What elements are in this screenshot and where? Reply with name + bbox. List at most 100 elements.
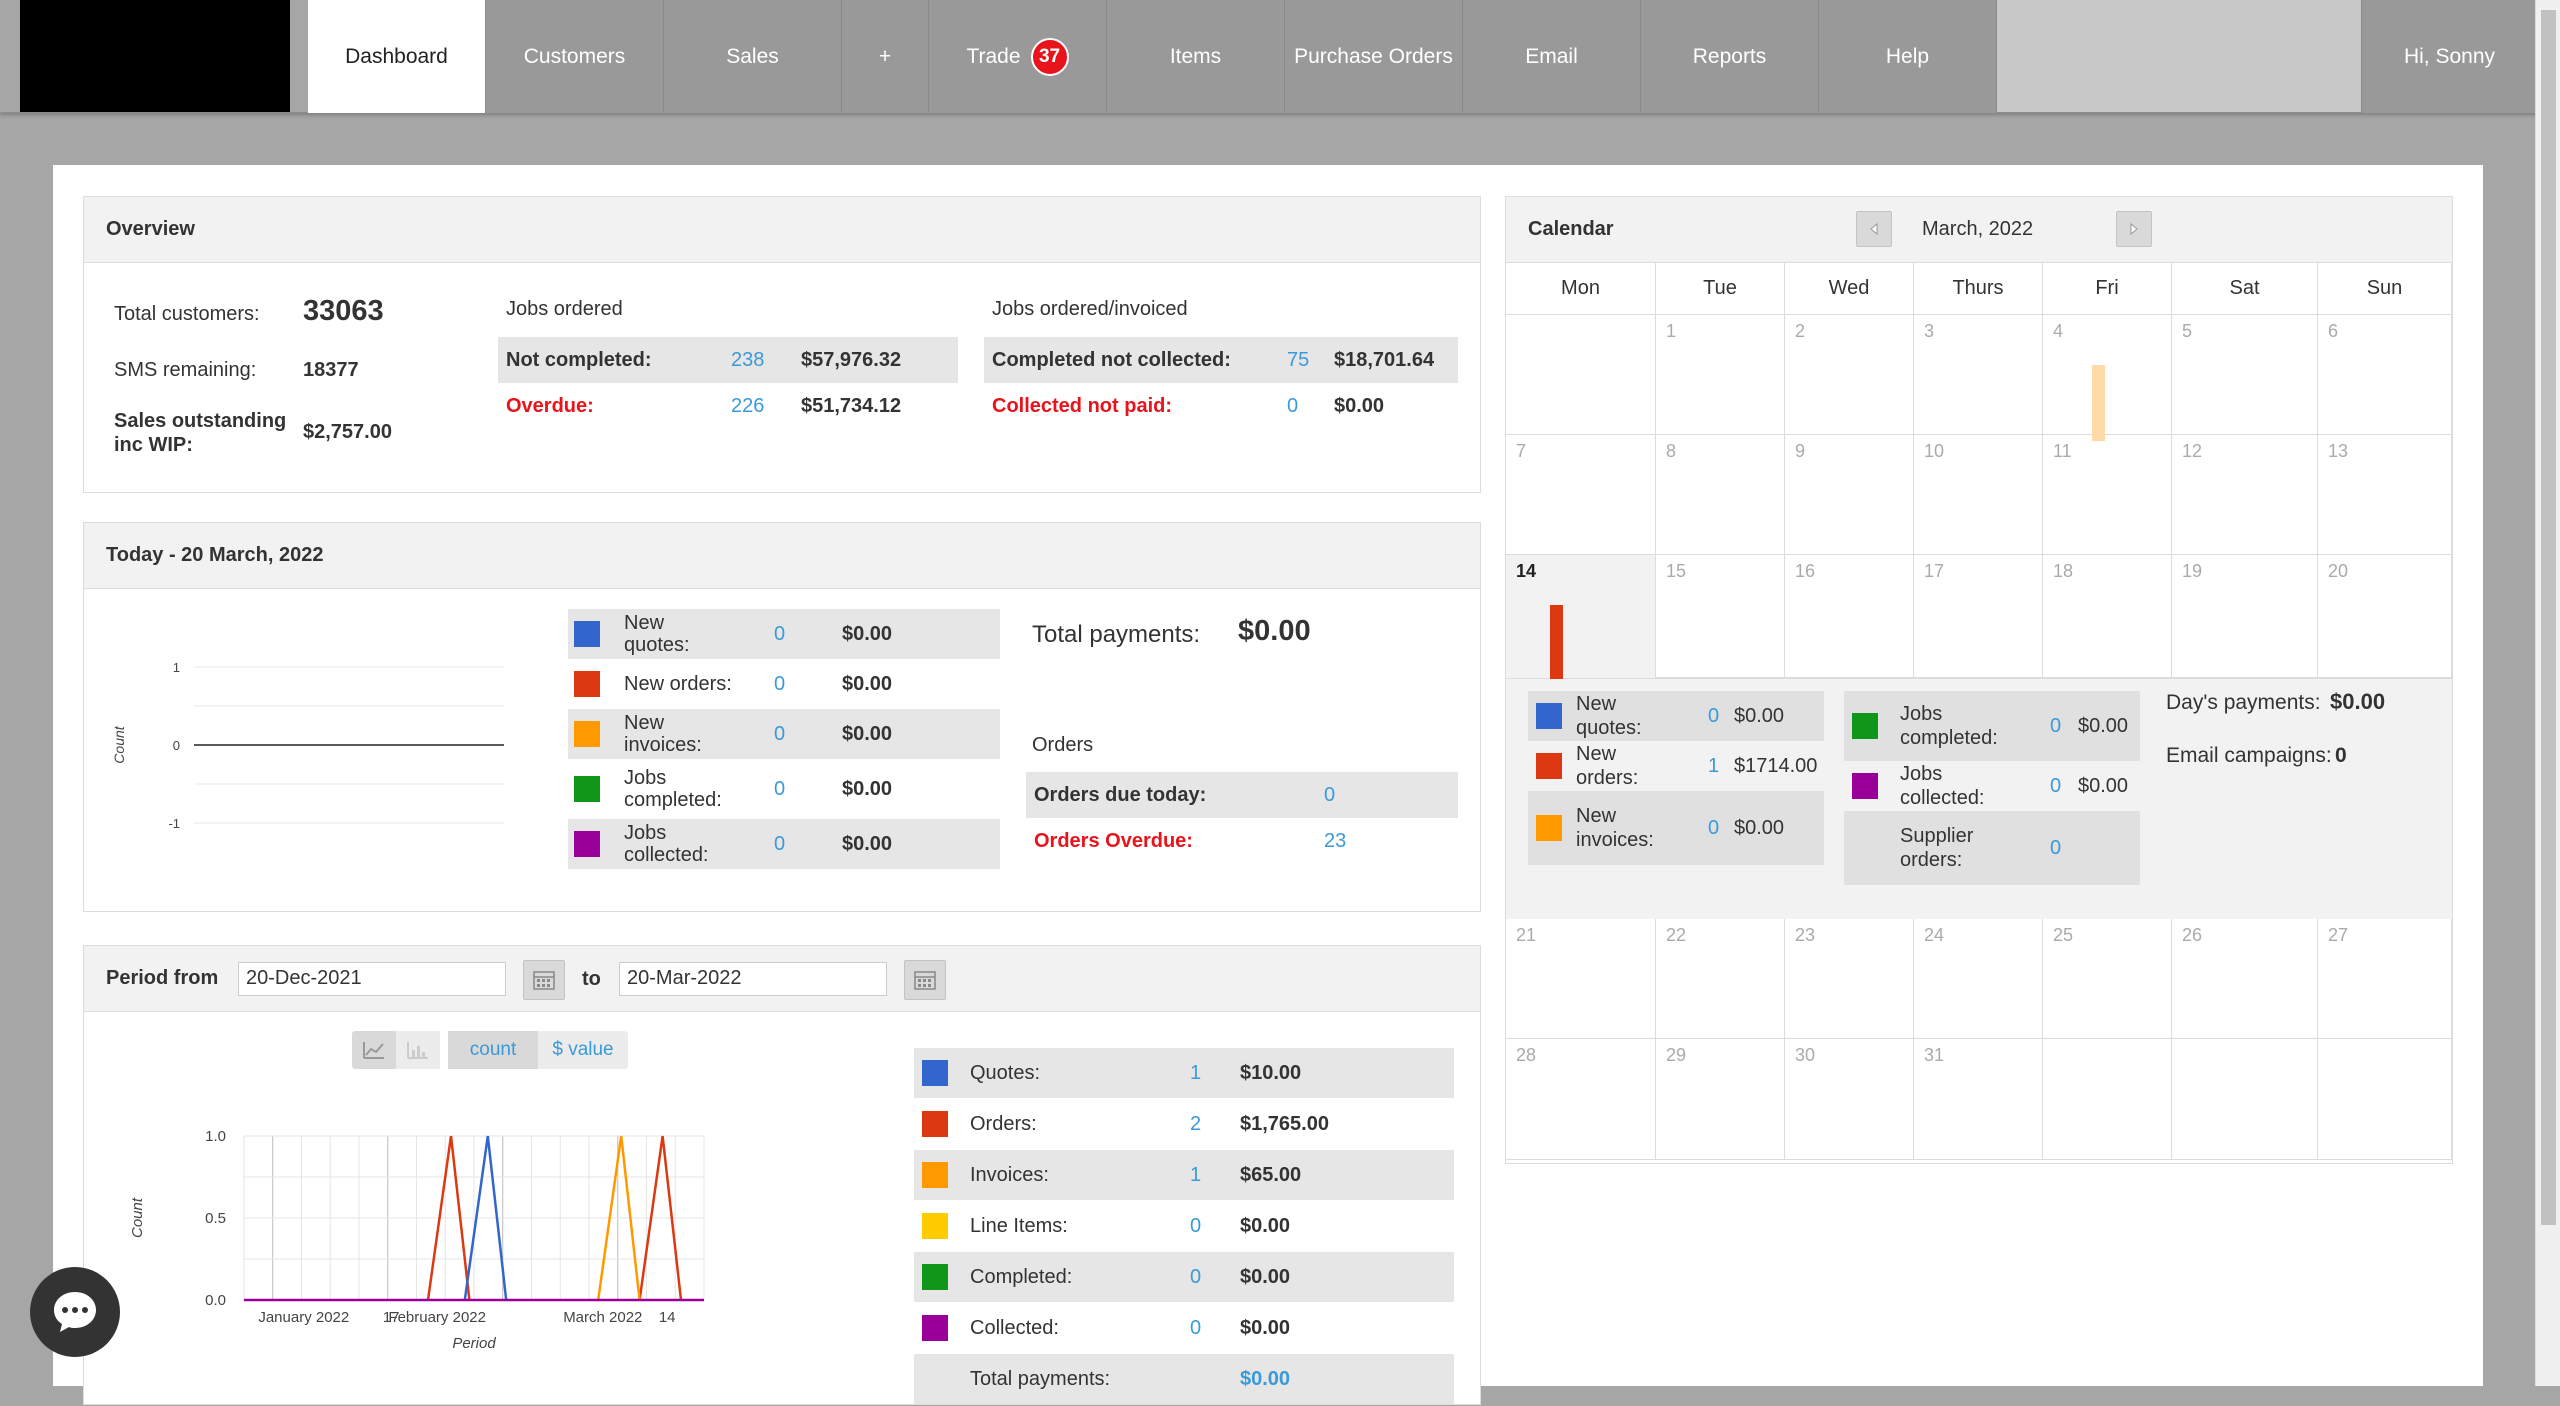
period-row-count[interactable]: 1 bbox=[1190, 1062, 1201, 1085]
nav-items[interactable]: Items bbox=[1107, 0, 1285, 113]
calendar-day-number: 11 bbox=[2053, 441, 2072, 461]
calendar-day-cell[interactable]: 4 bbox=[2043, 315, 2172, 435]
page-scrollbar[interactable] bbox=[2535, 0, 2560, 1386]
period-to-label: to bbox=[582, 968, 601, 990]
calendar-day-cell[interactable]: 7 bbox=[1506, 435, 1656, 555]
calendar-day-cell[interactable]: 2 bbox=[1785, 315, 1914, 435]
period-row-amount: $0.00 bbox=[1240, 1214, 1291, 1237]
calendar-day-cell[interactable]: 20 bbox=[2318, 555, 2452, 679]
today-row-label: New orders: bbox=[624, 673, 732, 695]
company-logo[interactable] bbox=[20, 0, 290, 112]
scrollbar-thumb[interactable] bbox=[2541, 10, 2556, 1225]
calendar-day-cell[interactable]: 30 bbox=[1785, 1039, 1914, 1160]
today-row-count[interactable]: 0 bbox=[774, 833, 785, 856]
day-detail-count[interactable]: 1 bbox=[1708, 755, 1719, 778]
day-detail-count[interactable]: 0 bbox=[1708, 705, 1719, 728]
calendar-day-cell[interactable]: 9 bbox=[1785, 435, 1914, 555]
calendar-day-cell[interactable]: 29 bbox=[1656, 1039, 1785, 1160]
period-row-count[interactable]: 0 bbox=[1190, 1317, 1201, 1340]
day-detail-count[interactable]: 0 bbox=[1708, 817, 1719, 840]
calendar-day-cell[interactable]: 15 bbox=[1656, 555, 1785, 679]
overdue-count[interactable]: 226 bbox=[731, 395, 764, 418]
calendar-day-cell[interactable]: 13 bbox=[2318, 435, 2452, 555]
calendar-day-cell[interactable]: 1 bbox=[1656, 315, 1785, 435]
chevron-right-icon bbox=[2130, 222, 2138, 236]
nav-purchase-orders[interactable]: Purchase Orders bbox=[1285, 0, 1463, 113]
calendar-day-cell[interactable]: 17 bbox=[1914, 555, 2043, 679]
today-row-count[interactable]: 0 bbox=[774, 723, 785, 746]
chat-button[interactable] bbox=[30, 1267, 120, 1357]
calendar-day-cell[interactable]: 14 bbox=[1506, 555, 1656, 679]
calendar-day-cell[interactable]: 6 bbox=[2318, 315, 2452, 435]
calendar-day-cell[interactable]: 8 bbox=[1656, 435, 1785, 555]
nav-reports[interactable]: Reports bbox=[1641, 0, 1819, 113]
period-row-count[interactable]: 1 bbox=[1190, 1164, 1201, 1187]
calendar-icon bbox=[914, 971, 936, 990]
nav-trade[interactable]: Trade 37 bbox=[929, 0, 1107, 113]
calendar-day-cell[interactable]: 25 bbox=[2043, 919, 2172, 1039]
nav-dashboard[interactable]: Dashboard bbox=[308, 0, 486, 113]
today-row-count[interactable]: 0 bbox=[774, 623, 785, 646]
calendar-day-cell[interactable]: 18 bbox=[2043, 555, 2172, 679]
legend-swatch bbox=[922, 1060, 948, 1086]
calendar-day-cell[interactable]: 10 bbox=[1914, 435, 2043, 555]
calendar-day-cell[interactable]: 26 bbox=[2172, 919, 2318, 1039]
y-tick-label: 1.0 bbox=[205, 1128, 226, 1145]
calendar-day-cell[interactable]: 21 bbox=[1506, 919, 1656, 1039]
legend-swatch bbox=[922, 1162, 948, 1188]
period-from-input[interactable]: 20-Dec-2021 bbox=[238, 962, 506, 996]
today-row: New quotes: 0 $0.00 bbox=[568, 609, 1000, 659]
nav-user-menu[interactable]: Hi, Sonny bbox=[2362, 0, 2538, 113]
nav-logo-gap bbox=[290, 0, 308, 112]
calendar-empty-cell bbox=[2318, 1039, 2452, 1160]
legend-swatch bbox=[1536, 703, 1562, 729]
today-row-label: Jobs collected: bbox=[624, 822, 709, 866]
collected-not-paid-label: Collected not paid: bbox=[992, 394, 1172, 417]
today-row-count[interactable]: 0 bbox=[774, 673, 785, 696]
period-row: Collected: 0 $0.00 bbox=[914, 1303, 1454, 1353]
calendar-day-number: 6 bbox=[2328, 321, 2339, 341]
day-detail-count[interactable]: 0 bbox=[2050, 837, 2061, 860]
day-detail-count[interactable]: 0 bbox=[2050, 715, 2061, 738]
orders-due-value[interactable]: 0 bbox=[1324, 784, 1335, 807]
nav-email[interactable]: Email bbox=[1463, 0, 1641, 113]
today-row-count[interactable]: 0 bbox=[774, 778, 785, 801]
period-row-count[interactable]: 0 bbox=[1190, 1215, 1201, 1238]
not-completed-count[interactable]: 238 bbox=[731, 349, 764, 372]
nav-help[interactable]: Help bbox=[1819, 0, 1997, 113]
calendar-day-cell[interactable]: 31 bbox=[1914, 1039, 2043, 1160]
calendar-day-cell[interactable]: 19 bbox=[2172, 555, 2318, 679]
calendar-day-cell[interactable]: 12 bbox=[2172, 435, 2318, 555]
period-row-count[interactable]: 2 bbox=[1190, 1113, 1201, 1136]
count-toggle[interactable]: count bbox=[448, 1031, 538, 1069]
calendar-day-cell[interactable]: 16 bbox=[1785, 555, 1914, 679]
next-month-button[interactable] bbox=[2116, 211, 2152, 247]
period-to-calendar-button[interactable] bbox=[904, 960, 946, 1000]
calendar-day-cell[interactable]: 11 bbox=[2043, 435, 2172, 555]
prev-month-button[interactable] bbox=[1856, 211, 1892, 247]
calendar-day-cell[interactable]: 27 bbox=[2318, 919, 2452, 1039]
period-from-calendar-button[interactable] bbox=[523, 960, 565, 1000]
nav-customers[interactable]: Customers bbox=[486, 0, 664, 113]
bar-chart-toggle[interactable] bbox=[396, 1031, 440, 1069]
orders-overdue-value[interactable]: 23 bbox=[1324, 830, 1346, 853]
value-toggle[interactable]: $ value bbox=[538, 1031, 628, 1069]
calendar-day-cell[interactable]: 28 bbox=[1506, 1039, 1656, 1160]
calendar-day-cell[interactable]: 3 bbox=[1914, 315, 2043, 435]
calendar-day-cell[interactable]: 22 bbox=[1656, 919, 1785, 1039]
completed-not-collected-count[interactable]: 75 bbox=[1287, 349, 1309, 372]
calendar-event-marker bbox=[1550, 605, 1563, 681]
calendar-day-cell[interactable]: 23 bbox=[1785, 919, 1914, 1039]
calendar-day-cell[interactable]: 24 bbox=[1914, 919, 2043, 1039]
overview-panel: Overview Total customers: 33063 SMS rema… bbox=[83, 196, 1481, 493]
calendar-day-number: 27 bbox=[2328, 925, 2349, 945]
nav-sales[interactable]: Sales bbox=[664, 0, 842, 113]
collected-not-paid-count[interactable]: 0 bbox=[1287, 395, 1298, 418]
nav-add[interactable]: + bbox=[842, 0, 929, 113]
day-detail-count[interactable]: 0 bbox=[2050, 775, 2061, 798]
period-row-count[interactable]: 0 bbox=[1190, 1266, 1201, 1289]
calendar-day-cell[interactable]: 5 bbox=[2172, 315, 2318, 435]
line-chart-toggle[interactable] bbox=[352, 1031, 396, 1069]
period-to-input[interactable]: 20-Mar-2022 bbox=[619, 962, 887, 996]
collected-not-paid-row: Collected not paid: 0 $0.00 bbox=[984, 383, 1458, 429]
